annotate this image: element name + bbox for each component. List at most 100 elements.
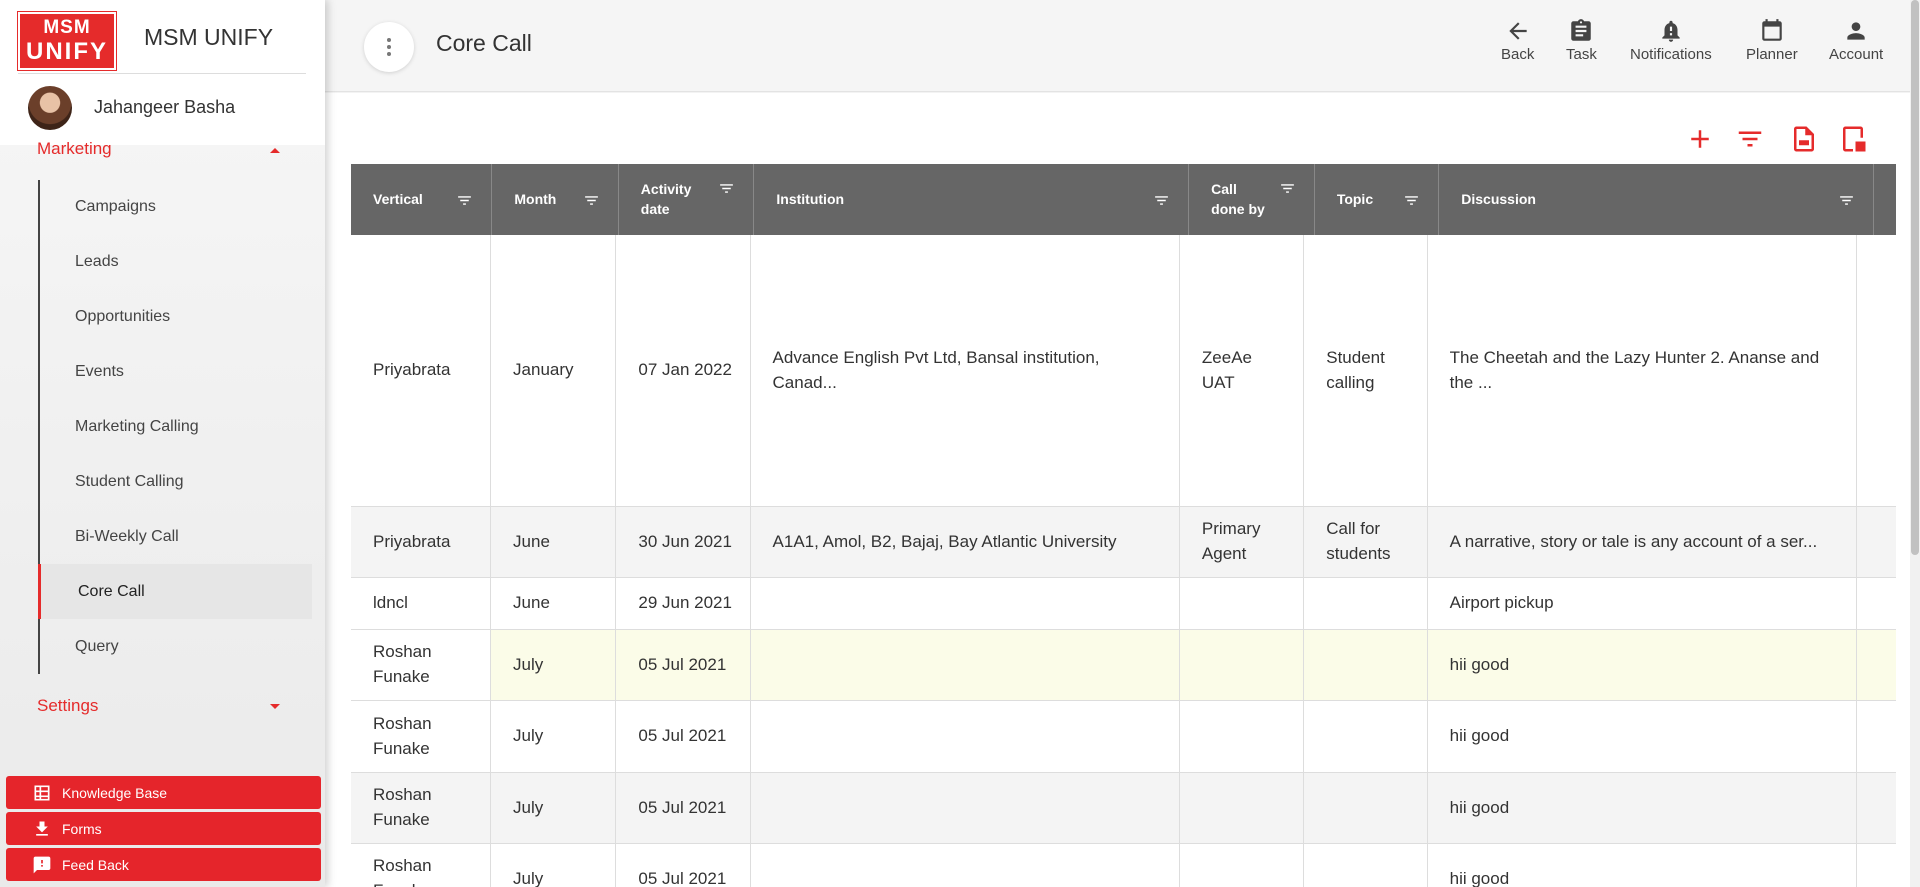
column-settings-button[interactable]: [1837, 123, 1869, 155]
cell-activity-date: 05 Jul 2021: [616, 701, 751, 772]
table-row[interactable]: Priyabrata June 30 Jun 2021 A1A1, Amol, …: [351, 507, 1896, 578]
table-row[interactable]: Priyabrata January 07 Jan 2022 Advance E…: [351, 235, 1896, 507]
sidebar-header: MSM UNIFY MSM UNIFY Jahangeer Basha: [0, 0, 325, 145]
filter-icon[interactable]: [718, 180, 735, 197]
cell-month: June: [491, 578, 617, 629]
filter-icon[interactable]: [1838, 192, 1855, 209]
cell-extra: [1857, 773, 1896, 843]
filter-icon[interactable]: [1153, 192, 1170, 209]
chevron-up-icon[interactable]: [270, 148, 280, 153]
filter-icon[interactable]: [1403, 192, 1420, 209]
cell-topic: Call for students: [1304, 507, 1428, 577]
cell-institution: [751, 773, 1180, 843]
table-row[interactable]: Roshan Funake July 05 Jul 2021 hii good: [351, 844, 1896, 887]
cell-extra: [1857, 844, 1896, 887]
avatar[interactable]: [28, 86, 72, 130]
cell-call-done-by: [1180, 630, 1305, 700]
divider: [18, 73, 306, 74]
column-header-vertical[interactable]: Vertical: [351, 164, 493, 235]
forms-label: Forms: [62, 820, 102, 837]
knowledge-base-label: Knowledge Base: [62, 784, 168, 801]
back-button[interactable]: Back: [1501, 18, 1534, 63]
chevron-down-icon[interactable]: [270, 704, 280, 709]
app-logo[interactable]: MSM UNIFY: [17, 11, 117, 71]
sidebar-section-marketing[interactable]: Marketing: [37, 139, 112, 159]
column-header-activity-date[interactable]: Activity date: [619, 164, 755, 235]
cell-topic: [1304, 578, 1428, 629]
add-button[interactable]: [1684, 123, 1716, 155]
page-title: Core Call: [436, 30, 532, 56]
cell-vertical: ldncl: [351, 578, 492, 629]
task-button[interactable]: Task: [1566, 18, 1597, 63]
download-icon: [36, 821, 48, 836]
cell-vertical: Roshan Funake: [351, 630, 492, 700]
top-bar: Core Call Back Task Notifications Planne…: [325, 0, 1920, 92]
main-content: Vertical Month Activity date Institution…: [325, 93, 1910, 887]
cell-month: July: [491, 844, 617, 887]
more-vertical-icon: [387, 38, 391, 56]
cell-month: July: [491, 773, 617, 843]
cell-extra: [1857, 235, 1896, 506]
calendar-icon: [1762, 19, 1782, 41]
more-menu-button[interactable]: [364, 22, 414, 72]
cell-activity-date: 29 Jun 2021: [616, 578, 751, 629]
page-scrollbar[interactable]: [1910, 0, 1920, 887]
column-header-extra: [1874, 164, 1896, 235]
column-header-call-done-by[interactable]: Call done by: [1189, 164, 1315, 235]
cell-discussion: A narrative, story or tale is any accoun…: [1428, 507, 1857, 577]
cell-institution: [751, 844, 1180, 887]
filter-button[interactable]: [1734, 123, 1766, 155]
sidebar-item-campaigns[interactable]: Campaigns: [40, 179, 314, 234]
column-header-discussion[interactable]: Discussion: [1439, 164, 1875, 235]
export-csv-icon: [1794, 126, 1814, 152]
sidebar-item-marketing-calling[interactable]: Marketing Calling: [40, 399, 314, 454]
knowledge-base-button[interactable]: Knowledge Base: [6, 776, 321, 809]
filter-icon[interactable]: [583, 192, 600, 209]
cell-call-done-by: [1180, 844, 1305, 887]
table-row[interactable]: Roshan Funake July 05 Jul 2021 hii good: [351, 773, 1896, 844]
back-label: Back: [1501, 46, 1535, 63]
table-header: Vertical Month Activity date Institution…: [351, 164, 1896, 235]
sidebar-section-settings[interactable]: Settings: [37, 696, 98, 716]
sidebar-item-core-call[interactable]: Core Call: [38, 564, 312, 619]
planner-button[interactable]: Planner: [1746, 18, 1798, 63]
cell-month: January: [491, 235, 617, 506]
feedback-label: Feed Back: [62, 856, 129, 873]
table-row[interactable]: ldncl June 29 Jun 2021 Airport pickup: [351, 578, 1896, 630]
cell-month: July: [491, 630, 617, 700]
cell-discussion: The Cheetah and the Lazy Hunter 2. Anans…: [1428, 235, 1857, 506]
cell-discussion: hii good: [1428, 773, 1857, 843]
filter-icon[interactable]: [1279, 180, 1296, 197]
sidebar-item-student-calling[interactable]: Student Calling: [40, 454, 314, 509]
notifications-button[interactable]: Notifications: [1630, 18, 1712, 63]
feedback-button[interactable]: Feed Back: [6, 848, 321, 881]
column-header-institution[interactable]: Institution: [754, 164, 1190, 235]
cell-institution: [751, 578, 1180, 629]
account-button[interactable]: Account: [1829, 18, 1883, 63]
cell-activity-date: 05 Jul 2021: [616, 630, 751, 700]
cell-discussion: hii good: [1428, 844, 1857, 887]
table-row[interactable]: Roshan Funake July 05 Jul 2021 hii good: [351, 630, 1896, 701]
sidebar-item-query[interactable]: Query: [40, 619, 314, 674]
sidebar-item-opportunities[interactable]: Opportunities: [40, 289, 314, 344]
forms-button[interactable]: Forms: [6, 812, 321, 845]
sidebar-item-leads[interactable]: Leads: [40, 234, 314, 289]
account-label: Account: [1829, 46, 1884, 63]
cell-vertical: Roshan Funake: [351, 844, 492, 887]
export-csv-button[interactable]: [1788, 123, 1820, 155]
sidebar-item-bi-weekly-call[interactable]: Bi-Weekly Call: [40, 509, 314, 564]
column-header-month[interactable]: Month: [492, 164, 619, 235]
task-label: Task: [1566, 46, 1597, 63]
sidebar-item-events[interactable]: Events: [40, 344, 314, 399]
filter-icon[interactable]: [456, 192, 473, 209]
clipboard-icon: [1571, 19, 1592, 41]
cell-vertical: Roshan Funake: [351, 773, 492, 843]
table-row[interactable]: Roshan Funake July 05 Jul 2021 hii good: [351, 701, 1896, 773]
cell-vertical: Priyabrata: [351, 507, 492, 577]
planner-label: Planner: [1746, 46, 1798, 63]
cell-activity-date: 30 Jun 2021: [616, 507, 751, 577]
column-header-topic[interactable]: Topic: [1315, 164, 1440, 235]
scrollbar-thumb[interactable]: [1911, 0, 1919, 555]
cell-discussion: hii good: [1428, 630, 1857, 700]
cell-call-done-by: Primary Agent: [1180, 507, 1305, 577]
